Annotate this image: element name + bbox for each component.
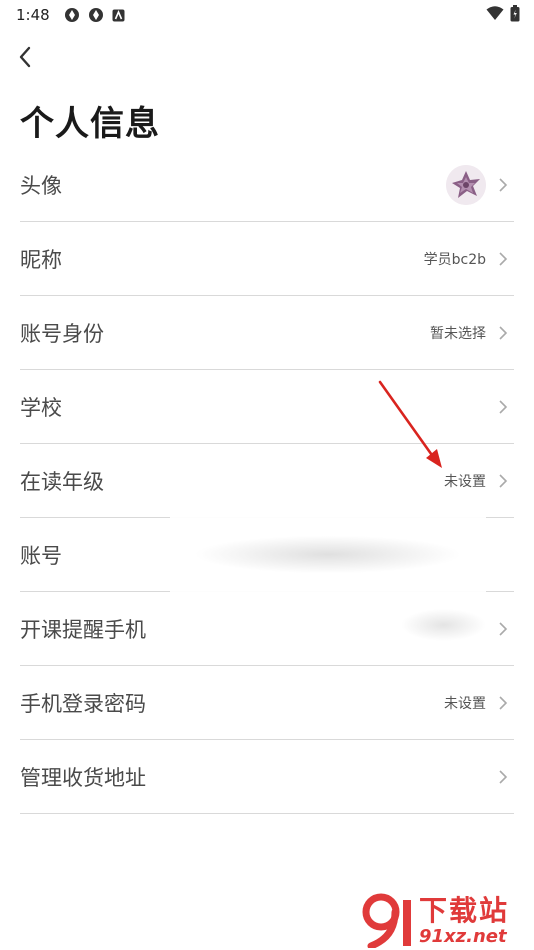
chevron-right-icon — [499, 325, 508, 340]
watermark: 下载站 91xz.net — [357, 888, 532, 948]
row-right — [498, 370, 508, 443]
avatar[interactable] — [446, 164, 486, 205]
row-nickname[interactable]: 昵称 学员bc2b — [20, 222, 514, 296]
row-right — [498, 740, 508, 813]
row-label: 管理收货地址 — [20, 765, 146, 790]
row-right: 未设置 — [444, 666, 508, 739]
chevron-right-icon — [499, 695, 508, 710]
chevron-right-icon — [499, 473, 508, 488]
status-bar: 1:48 — [0, 0, 534, 30]
row-right — [446, 148, 508, 221]
screen: 1:48 个人信息 头像 昵称 学员bc2b 账号身份 暂未选择 学校 在读年级… — [0, 0, 534, 950]
watermark-url: 91xz.net — [419, 926, 507, 947]
row-identity[interactable]: 账号身份 暂未选择 — [20, 296, 514, 370]
row-label: 头像 — [20, 173, 62, 198]
battery-icon — [510, 5, 520, 22]
app-icon — [64, 8, 79, 22]
privacy-blur — [380, 600, 486, 650]
row-value: 未设置 — [444, 473, 486, 490]
row-right: 学员bc2b — [424, 222, 508, 295]
row-shipping-address[interactable]: 管理收货地址 — [20, 740, 514, 814]
watermark-text: 下载站 91xz.net — [419, 896, 509, 948]
row-login-password[interactable]: 手机登录密码 未设置 — [20, 666, 514, 740]
profile-list: 头像 昵称 学员bc2b 账号身份 暂未选择 学校 在读年级 未设置 账号 开课… — [20, 148, 514, 814]
watermark-brand: 下载站 — [419, 894, 510, 927]
avatar-image — [446, 164, 486, 205]
chevron-right-icon — [499, 769, 508, 784]
row-value: 暂未选择 — [430, 325, 486, 342]
row-label: 手机登录密码 — [20, 691, 146, 716]
chevron-right-icon — [499, 399, 508, 414]
app-icon — [88, 8, 103, 22]
chevron-right-icon — [499, 621, 508, 636]
notification-icon — [112, 9, 125, 21]
row-right — [498, 592, 508, 665]
row-right: 暂未选择 — [430, 296, 508, 369]
back-button[interactable] — [12, 42, 38, 72]
status-right — [486, 5, 520, 22]
row-value: 未设置 — [444, 695, 486, 712]
annotation-arrow-icon — [378, 380, 442, 468]
row-value: 学员bc2b — [423, 251, 486, 268]
watermark-logo-icon — [362, 893, 411, 948]
chevron-right-icon — [499, 251, 508, 266]
status-time: 1:48 — [16, 6, 50, 24]
row-label: 昵称 — [20, 247, 62, 272]
chevron-right-icon — [499, 177, 508, 192]
row-avatar[interactable]: 头像 — [20, 148, 514, 222]
row-label: 学校 — [20, 395, 62, 420]
row-label: 账号身份 — [20, 321, 104, 346]
row-label: 开课提醒手机 — [20, 617, 146, 642]
privacy-blur — [170, 505, 486, 595]
chevron-left-icon — [19, 46, 31, 68]
row-label: 在读年级 — [20, 469, 104, 494]
row-label: 账号 — [20, 543, 62, 568]
wifi-icon — [486, 6, 504, 20]
status-icons — [64, 7, 125, 23]
page-title: 个人信息 — [20, 104, 160, 144]
